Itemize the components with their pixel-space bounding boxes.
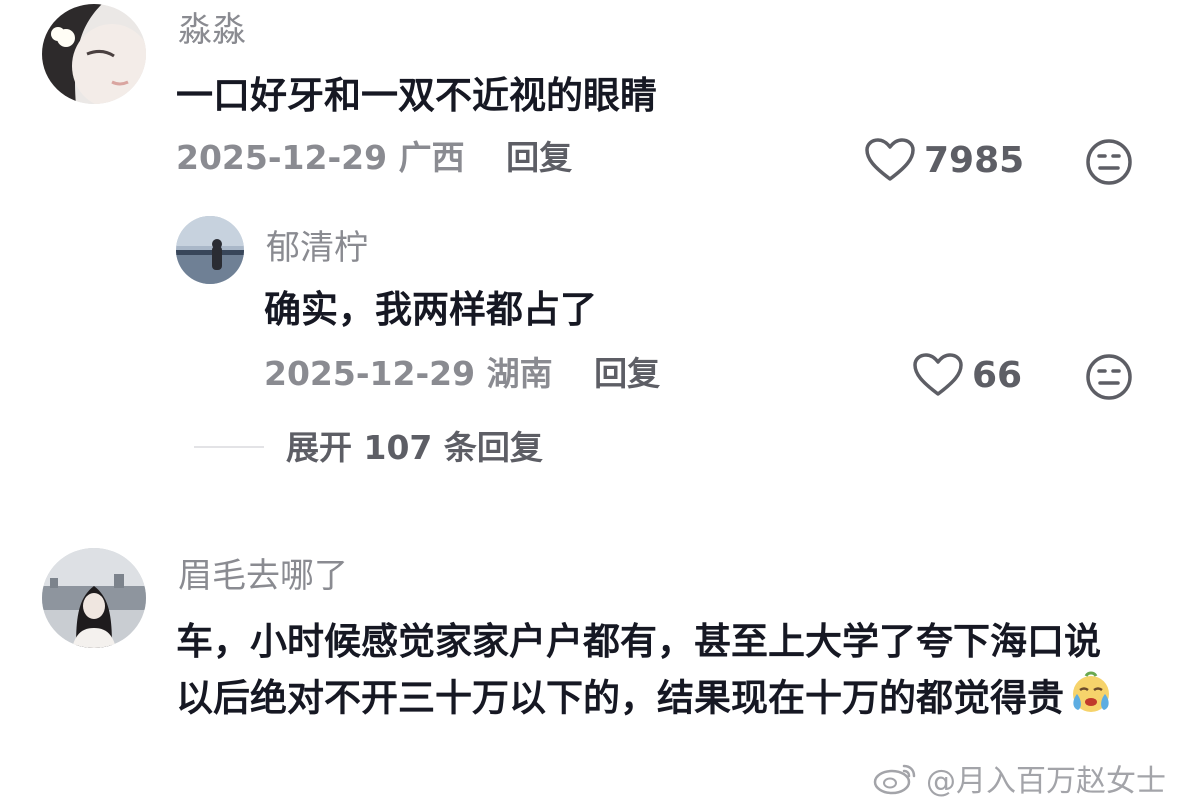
comment-username[interactable]: 淼淼 (178, 10, 246, 50)
comment-meta: 2025-12-29 广西 回复 (176, 138, 572, 178)
like-button[interactable]: 7985 (864, 137, 1024, 183)
reply-text: 确实，我两样都占了 (264, 288, 597, 331)
neutral-face-icon (1086, 139, 1132, 185)
dislike-button[interactable] (1084, 352, 1134, 406)
heart-icon (913, 353, 963, 396)
crying-face-emoji (1068, 670, 1114, 730)
reply-username[interactable]: 郁清柠 (266, 228, 368, 268)
like-count: 66 (972, 354, 1023, 396)
like-count: 7985 (924, 139, 1025, 181)
reply-meta: 2025-12-29 湖南 回复 (264, 354, 660, 394)
comment-text: 车，小时候感觉家家户户都有，甚至上大学了夸下海口说以后绝对不开三十万以下的，结果… (176, 614, 1136, 730)
comment-username[interactable]: 眉毛去哪了 (178, 556, 348, 596)
like-button[interactable]: 66 (912, 352, 1022, 398)
reply-date: 2025-12-29 (264, 354, 476, 393)
avatar-girl-face-image (42, 4, 146, 104)
comment-date: 2025-12-29 (176, 138, 388, 177)
avatar-seaside-image (176, 216, 244, 284)
watermark: @月入百万赵女士 (872, 756, 1166, 800)
expand-divider (194, 446, 264, 448)
comment-location: 广西 (398, 138, 465, 177)
avatar[interactable] (42, 4, 146, 104)
reply-button[interactable]: 回复 (594, 354, 660, 393)
comment-text: 一口好牙和一双不近视的眼睛 (176, 74, 657, 117)
reply-button[interactable]: 回复 (506, 138, 572, 177)
avatar-city-girl-image (42, 548, 146, 648)
neutral-face-icon (1086, 354, 1132, 400)
comment-text-body: 车，小时候感觉家家户户都有，甚至上大学了夸下海口说以后绝对不开三十万以下的，结果… (176, 620, 1101, 720)
heart-icon (865, 138, 915, 181)
watermark-text: @月入百万赵女士 (926, 764, 1166, 799)
expand-replies-button[interactable]: 展开 107 条回复 (286, 428, 543, 468)
weibo-logo-icon (873, 764, 916, 795)
dislike-button[interactable] (1084, 137, 1134, 191)
avatar[interactable] (42, 548, 146, 648)
reply-location: 湖南 (486, 354, 553, 393)
avatar[interactable] (176, 216, 244, 284)
